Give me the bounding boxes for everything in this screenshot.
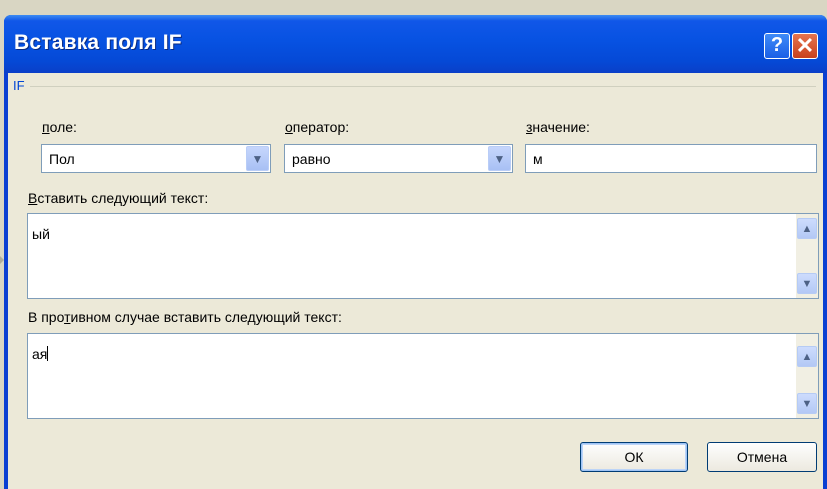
- scroll-down-icon[interactable]: ▼: [797, 273, 817, 294]
- chevron-down-icon[interactable]: ▼: [246, 146, 269, 171]
- title-bar[interactable]: Вставка поля IF ? ✕: [4, 15, 827, 73]
- dialog-body: IF поле: Пол ▼ оператор: равно ▼ значени…: [8, 73, 823, 489]
- insert-text-area[interactable]: ый ▲ ▼: [27, 213, 819, 299]
- help-button[interactable]: ?: [764, 33, 790, 59]
- field-label: поле:: [42, 119, 77, 135]
- operator-value: равно: [292, 151, 331, 167]
- otherwise-text-value: ая: [32, 346, 49, 362]
- cancel-button[interactable]: Отмена: [707, 442, 817, 472]
- insert-text-scrollbar[interactable]: ▲ ▼: [796, 214, 818, 298]
- text-cursor: [47, 346, 49, 361]
- group-label: IF: [13, 78, 25, 93]
- otherwise-text-scrollbar[interactable]: ▲ ▼: [796, 334, 818, 418]
- compare-value-label: значение:: [526, 119, 590, 135]
- compare-value-text: м: [533, 151, 543, 167]
- scroll-up-icon[interactable]: ▲: [797, 218, 817, 239]
- otherwise-text-area[interactable]: ая ▲ ▼: [27, 333, 819, 419]
- operator-label: оператор:: [285, 119, 350, 135]
- dialog-title: Вставка поля IF: [14, 31, 182, 54]
- group-divider: [30, 86, 816, 87]
- ok-button[interactable]: ОК: [580, 442, 688, 472]
- field-value: Пол: [49, 151, 75, 167]
- operator-combobox[interactable]: равно ▼: [284, 144, 513, 173]
- dialog-window: Вставка поля IF ? ✕ IF поле: Пол ▼ опера…: [4, 15, 827, 489]
- otherwise-text-label: В противном случае вставить следующий те…: [28, 309, 342, 325]
- scroll-down-icon[interactable]: ▼: [797, 393, 817, 414]
- scroll-up-icon[interactable]: ▲: [797, 346, 817, 367]
- insert-text-value: ый: [32, 226, 50, 242]
- close-button[interactable]: ✕: [792, 33, 818, 59]
- chevron-down-icon[interactable]: ▼: [488, 146, 511, 171]
- field-combobox[interactable]: Пол ▼: [41, 144, 271, 173]
- compare-value-input[interactable]: м: [525, 144, 817, 173]
- insert-text-label: Вставить следующий текст:: [28, 190, 209, 206]
